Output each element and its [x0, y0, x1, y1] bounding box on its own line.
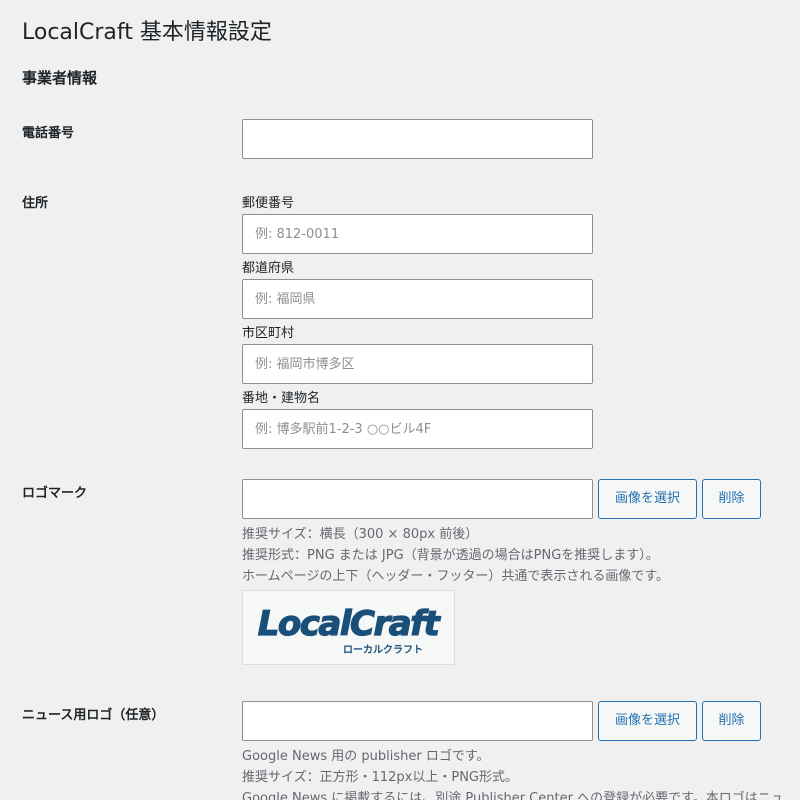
news-logo-delete-button[interactable]: 削除: [702, 701, 761, 741]
news-logo-select-image-button[interactable]: 画像を選択: [598, 701, 697, 741]
prefecture-input[interactable]: [242, 279, 593, 319]
logo-preview: LocalCraft ローカルクラフト: [242, 590, 455, 665]
city-input[interactable]: [242, 344, 593, 384]
news-logo-label: ニュース用ロゴ（任意）: [22, 708, 165, 723]
page-title: LocalCraft 基本情報設定: [22, 20, 272, 45]
logo-description-format: 推奨形式：PNG または JPG（背景が透過の場合はPNGを推奨します）。: [242, 548, 659, 563]
section-heading: 事業者情報: [22, 69, 98, 87]
news-logo-description-purpose: Google News 用の publisher ロゴです。: [242, 749, 490, 764]
phone-input[interactable]: [242, 119, 593, 159]
logo-label: ロゴマーク: [22, 486, 88, 501]
street-input[interactable]: [242, 409, 593, 449]
prefecture-label: 都道府県: [242, 261, 295, 276]
logo-description-usage: ホームページの上下（ヘッダー・フッター）共通で表示される画像です。: [242, 569, 670, 584]
city-label: 市区町村: [242, 326, 295, 341]
logo-sub-text: ローカルクラフト: [343, 644, 423, 656]
logo-main-text: LocalCraft: [258, 604, 442, 644]
phone-label: 電話番号: [22, 126, 75, 141]
logo-url-input[interactable]: [242, 479, 593, 519]
logo-description-size: 推奨サイズ：横長（300 × 80px 前後）: [242, 527, 479, 542]
logo-delete-button[interactable]: 削除: [702, 479, 761, 519]
logo-select-image-button[interactable]: 画像を選択: [598, 479, 697, 519]
news-logo-url-input[interactable]: [242, 701, 593, 741]
address-label: 住所: [22, 196, 49, 211]
localcraft-logo-image: LocalCraft ローカルクラフト: [257, 603, 443, 656]
postal-code-input[interactable]: [242, 214, 593, 254]
news-logo-description-size: 推奨サイズ：正方形・112px以上・PNG形式。: [242, 770, 519, 785]
news-logo-description-registration: Google News に掲載するには、別途 Publisher Center …: [242, 791, 784, 800]
street-label: 番地・建物名: [242, 391, 321, 406]
postal-code-label: 郵便番号: [242, 196, 295, 211]
settings-page: LocalCraft 基本情報設定 事業者情報 電話番号 住所 郵便番号 都道府…: [0, 0, 800, 800]
